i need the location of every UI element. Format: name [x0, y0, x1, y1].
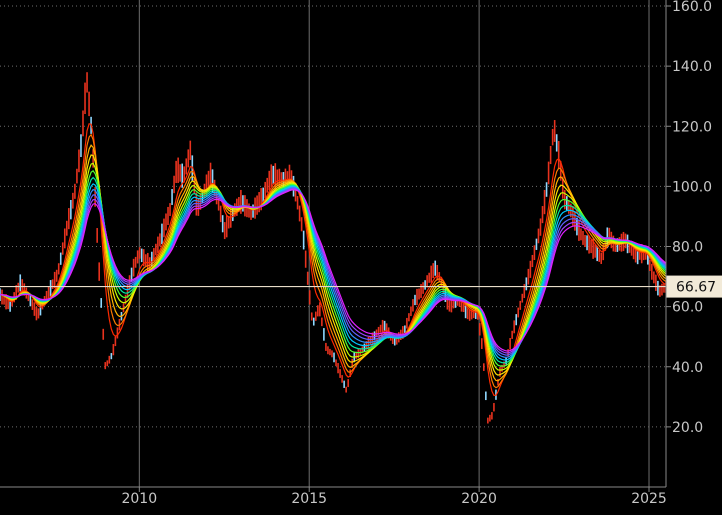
y-tick-label: 120.0 — [672, 119, 712, 135]
x-tick-label: 2010 — [121, 491, 157, 507]
y-tick-label: 60.0 — [672, 300, 703, 316]
last-price-label: 66.67 — [676, 280, 716, 296]
y-tick-label: 20.0 — [672, 420, 703, 436]
x-tick-label: 2015 — [291, 491, 327, 507]
y-tick-label: 40.0 — [672, 360, 703, 376]
y-tick-label: 100.0 — [672, 179, 712, 195]
x-tick-label: 2020 — [461, 491, 497, 507]
y-tick-label: 140.0 — [672, 59, 712, 75]
chart-svg: 66.67 20.0 40.0 60.0 80.0 100.0 120.0 140.0 160… — [0, 0, 722, 511]
x-tick-label: 2025 — [631, 491, 667, 507]
chart: 66.67 20.0 40.0 60.0 80.0 100.0 120.0 140.0 160… — [0, 0, 722, 511]
y-tick-label: 160.0 — [672, 0, 712, 15]
y-tick-label: 80.0 — [672, 240, 703, 256]
